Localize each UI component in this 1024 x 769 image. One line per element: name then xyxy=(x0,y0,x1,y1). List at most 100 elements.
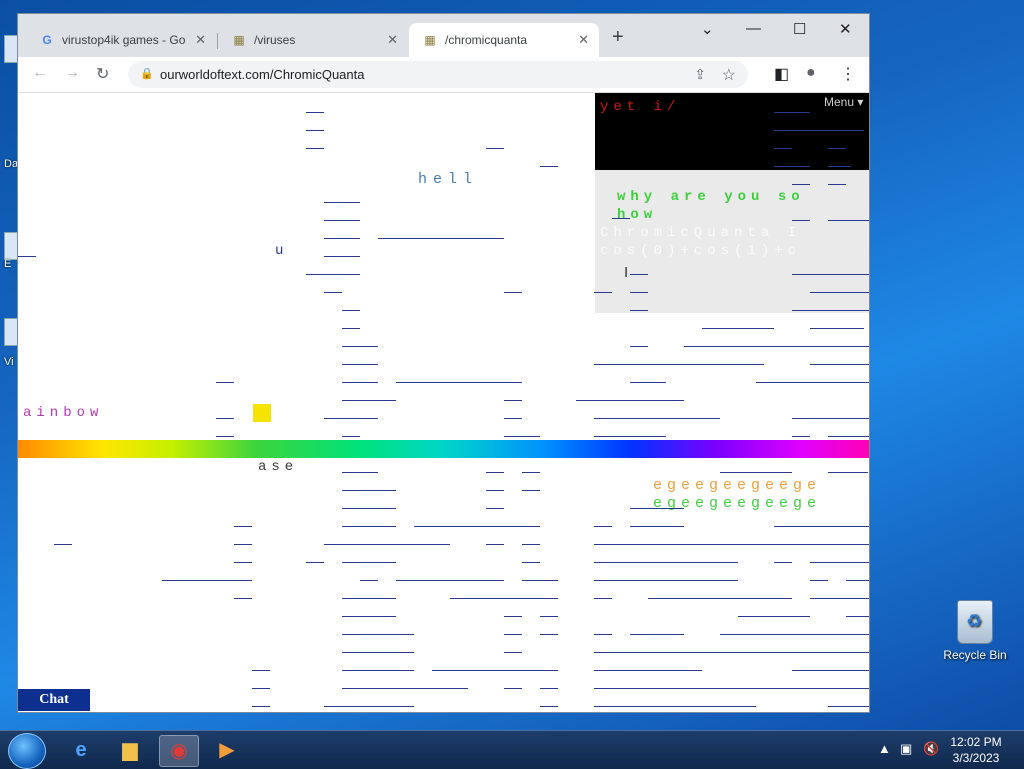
underline-mark xyxy=(324,418,378,419)
underline-mark xyxy=(594,526,612,527)
underline-mark xyxy=(828,166,851,167)
media-player-icon[interactable]: ▶ xyxy=(208,735,246,765)
volume-muted-icon[interactable]: 🔇 xyxy=(923,741,939,757)
chrome-icon[interactable]: ◉ xyxy=(159,735,199,767)
underline-mark xyxy=(828,706,869,707)
tab-google[interactable]: G virustop4ik games - Go ✕ xyxy=(26,23,216,57)
clock-time: 12:02 PM xyxy=(950,735,1002,749)
underline-mark xyxy=(216,436,234,437)
minimize-button[interactable]: — xyxy=(746,20,761,37)
underline-mark xyxy=(684,346,869,347)
yellow-square xyxy=(253,404,271,422)
close-window-button[interactable]: ✕ xyxy=(839,20,852,38)
underline-mark xyxy=(828,148,846,149)
lock-icon[interactable]: 🔒 xyxy=(140,67,154,80)
underline-mark xyxy=(504,652,522,653)
underline-mark xyxy=(324,202,360,203)
chat-button[interactable]: Chat xyxy=(18,689,90,711)
tab-chromicquanta[interactable]: ▦ /chromicquanta ✕ xyxy=(409,23,599,57)
underline-mark xyxy=(486,508,504,509)
close-icon[interactable]: ✕ xyxy=(578,32,589,48)
underline-mark xyxy=(504,616,522,617)
underline-mark xyxy=(792,670,869,671)
underline-mark xyxy=(342,490,396,491)
network-icon[interactable]: ▣ xyxy=(900,741,912,757)
forward-icon[interactable]: → xyxy=(64,64,80,82)
underline-mark xyxy=(810,364,869,365)
tab-strip: G virustop4ik games - Go ✕ ▦ /viruses ✕ … xyxy=(18,14,869,57)
underline-mark xyxy=(342,508,396,509)
maximize-button[interactable]: ☐ xyxy=(793,20,806,38)
underline-mark xyxy=(828,220,869,221)
url-text[interactable]: ourworldoftext.com/ChromicQuanta xyxy=(160,67,364,82)
text-rainbow: ainbow xyxy=(23,405,104,421)
underline-mark xyxy=(450,598,558,599)
underline-mark xyxy=(576,400,684,401)
underline-mark xyxy=(396,382,522,383)
underline-mark xyxy=(846,616,869,617)
profile-icon[interactable]: ● xyxy=(806,64,816,82)
underline-mark xyxy=(792,418,869,419)
file-explorer-icon[interactable]: ▆ xyxy=(111,735,149,765)
underline-mark xyxy=(774,166,810,167)
underline-mark xyxy=(234,598,252,599)
menu-kebab-icon[interactable]: ⋮ xyxy=(840,64,856,84)
underline-mark xyxy=(594,580,738,581)
underline-mark xyxy=(630,292,648,293)
underline-mark xyxy=(342,562,396,563)
text-cursor-icon: I xyxy=(624,264,629,281)
clock[interactable]: 12:02 PM 3/3/2023 xyxy=(948,734,1004,766)
show-hidden-icons[interactable]: ▲ xyxy=(878,741,891,756)
underline-mark xyxy=(810,598,869,599)
underline-mark xyxy=(216,418,234,419)
text-why: why are you so xyxy=(617,189,805,205)
underline-mark xyxy=(504,418,522,419)
underline-mark xyxy=(612,218,630,219)
close-icon[interactable]: ✕ xyxy=(195,32,206,48)
underline-mark xyxy=(162,580,252,581)
underline-mark xyxy=(342,688,468,689)
text-chromic: ChromicQuanta I xyxy=(600,225,802,241)
desktop-icon-label: Da xyxy=(4,158,19,170)
underline-mark xyxy=(522,472,540,473)
close-icon[interactable]: ✕ xyxy=(387,32,398,48)
underline-mark xyxy=(342,526,396,527)
underline-mark xyxy=(630,310,648,311)
recycle-bin[interactable]: Recycle Bin xyxy=(940,600,1010,662)
tab-title: /chromicquanta xyxy=(445,33,528,47)
start-button[interactable] xyxy=(8,733,46,769)
address-bar[interactable]: 🔒 ourworldoftext.com/ChromicQuanta ⇪ ☆ xyxy=(128,61,748,88)
underline-mark xyxy=(810,328,864,329)
underline-mark xyxy=(504,688,522,689)
underline-mark xyxy=(342,328,360,329)
share-icon[interactable]: ⇪ xyxy=(694,66,706,83)
underline-mark xyxy=(234,526,252,527)
underline-mark xyxy=(774,148,792,149)
underline-mark xyxy=(702,328,774,329)
internet-explorer-icon[interactable]: e xyxy=(62,735,100,765)
reload-icon[interactable]: ↻ xyxy=(96,64,109,84)
menu-button[interactable]: Menu ▾ xyxy=(824,95,863,109)
bookmark-star-icon[interactable]: ☆ xyxy=(722,65,736,85)
tab-viruses[interactable]: ▦ /viruses ✕ xyxy=(218,23,408,57)
underline-mark xyxy=(594,418,720,419)
recycle-bin-icon xyxy=(957,600,993,644)
underline-mark xyxy=(486,490,504,491)
underline-mark xyxy=(306,274,360,275)
underline-mark xyxy=(252,688,270,689)
underline-mark xyxy=(594,562,738,563)
text-e-row2: egeegeegeege xyxy=(653,495,822,512)
underline-mark xyxy=(342,382,378,383)
tab-search-icon[interactable]: ⌄ xyxy=(701,20,714,38)
world-canvas[interactable]: Menu ▾ yet i/ hell u why are you so how … xyxy=(18,93,869,712)
underline-mark xyxy=(324,292,342,293)
underline-mark xyxy=(522,544,540,545)
underline-mark xyxy=(324,256,360,257)
back-icon[interactable]: ← xyxy=(32,64,48,82)
side-panel-icon[interactable]: ◧ xyxy=(774,64,789,84)
underline-mark xyxy=(846,580,869,581)
underline-mark xyxy=(792,274,869,275)
new-tab-button[interactable]: + xyxy=(612,26,624,49)
underline-mark xyxy=(594,670,702,671)
underline-mark xyxy=(594,364,764,365)
